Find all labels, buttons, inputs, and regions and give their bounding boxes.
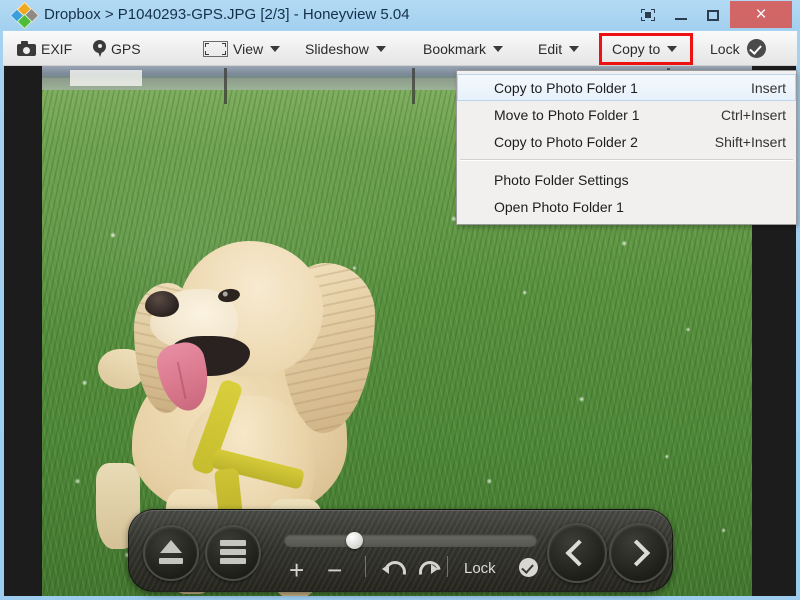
photo-fence-post (412, 68, 415, 104)
menu-item-copy-to-photo-folder-2[interactable]: Copy to Photo Folder 2 Shift+Insert (457, 128, 796, 155)
menu-item-label: Open Photo Folder 1 (494, 198, 624, 215)
eject-icon (160, 540, 182, 553)
rotate-right-button[interactable] (414, 556, 446, 588)
minimize-icon (675, 18, 687, 20)
divider (365, 556, 366, 577)
menu-item-move-to-photo-folder-1[interactable]: Move to Photo Folder 1 Ctrl+Insert (457, 101, 796, 128)
lock-toggle-label[interactable]: Lock (464, 560, 496, 577)
toolbar-item-slideshow[interactable]: Slideshow (305, 35, 386, 62)
toolbar-item-lock[interactable]: Lock (710, 35, 766, 62)
chevron-down-icon (375, 45, 386, 52)
photo-fence-post (224, 68, 227, 104)
menu-icon-gutter (457, 101, 487, 128)
rotate-cw-icon (414, 556, 446, 588)
chevron-left-icon (565, 539, 593, 567)
zoom-out-button[interactable]: − (327, 557, 342, 583)
chevron-down-icon (667, 45, 678, 52)
toolbar-item-exif-label: EXIF (41, 40, 73, 57)
toolbar-item-edit-label: Edit (538, 40, 563, 57)
menu-item-label: Copy to Photo Folder 1 (494, 79, 638, 96)
map-pin-icon (93, 40, 106, 57)
toolbar-item-bookmark-label: Bookmark (423, 40, 487, 57)
eject-icon-bar (159, 558, 183, 564)
honeyview-window: Dropbox > P1040293-GPS.JPG [2/3] - Honey… (0, 0, 800, 600)
hamburger-icon (220, 549, 246, 555)
chevron-right-icon (623, 539, 651, 567)
toolbar-item-view[interactable]: View (203, 35, 281, 62)
menu-icon-gutter (458, 75, 488, 100)
eject-button[interactable] (143, 525, 199, 581)
toolbar-item-edit[interactable]: Edit (538, 35, 580, 62)
main-toolbar: EXIF GPS View Slideshow Bookmark Edit Co… (3, 31, 797, 66)
toolbar-item-view-label: View (233, 40, 264, 57)
previous-image-button[interactable] (547, 523, 607, 583)
seek-slider-thumb[interactable] (346, 532, 363, 549)
rotate-left-button[interactable] (379, 556, 411, 588)
menu-icon-gutter (457, 166, 487, 193)
maximize-icon (707, 10, 719, 21)
check-badge-icon (746, 39, 766, 58)
zoom-in-button[interactable]: + (289, 557, 304, 583)
menu-item-photo-folder-settings[interactable]: Photo Folder Settings (457, 166, 796, 193)
menu-separator (460, 159, 793, 161)
minimize-button[interactable] (668, 2, 694, 28)
menu-button[interactable] (205, 525, 261, 581)
divider (447, 556, 448, 577)
toolbar-item-copy-to-label: Copy to (612, 40, 661, 57)
bottom-control-bar: + − Lock (128, 509, 673, 592)
rotate-cw-arrowhead (431, 564, 438, 574)
menu-item-shortcut: Insert (750, 79, 786, 96)
chevron-down-icon (493, 45, 504, 52)
close-button[interactable]: × (730, 1, 792, 28)
menu-item-shortcut: Shift+Insert (714, 133, 786, 150)
seek-slider[interactable] (284, 532, 537, 549)
photo-building (70, 70, 142, 86)
toolbar-item-bookmark[interactable]: Bookmark (423, 35, 504, 62)
menu-item-label: Copy to Photo Folder 2 (494, 133, 638, 150)
menu-item-label: Photo Folder Settings (494, 171, 629, 188)
menu-item-shortcut: Ctrl+Insert (721, 106, 786, 123)
menu-item-label: Move to Photo Folder 1 (494, 106, 640, 123)
lock-check-badge-icon[interactable] (519, 558, 538, 577)
window-title: Dropbox > P1040293-GPS.JPG [2/3] - Honey… (44, 6, 410, 23)
toolbar-item-gps[interactable]: GPS (93, 35, 141, 62)
dropbox-diamond-icon (9, 1, 40, 30)
fullscreen-icon (641, 9, 655, 21)
fullscreen-button[interactable] (636, 2, 662, 28)
camera-icon (17, 41, 36, 56)
menu-icon-gutter (457, 128, 487, 155)
fit-frame-icon (203, 40, 228, 57)
title-bar: Dropbox > P1040293-GPS.JPG [2/3] - Honey… (0, 0, 800, 30)
toolbar-item-slideshow-label: Slideshow (305, 40, 369, 57)
toolbar-item-lock-label: Lock (710, 40, 740, 57)
rotate-ccw-arrowhead (382, 564, 389, 574)
toolbar-item-exif[interactable]: EXIF (17, 35, 72, 62)
toolbar-item-copy-to[interactable]: Copy to (612, 35, 678, 62)
close-icon: × (755, 4, 767, 25)
hamburger-icon (220, 540, 246, 546)
maximize-button[interactable] (700, 2, 726, 28)
copy-to-dropdown-menu: Copy to Photo Folder 1 Insert Move to Ph… (456, 70, 797, 225)
toolbar-item-gps-label: GPS (111, 40, 141, 57)
menu-item-open-photo-folder-1[interactable]: Open Photo Folder 1 (457, 193, 796, 220)
next-image-button[interactable] (609, 523, 669, 583)
chevron-down-icon (270, 45, 281, 52)
chevron-down-icon (569, 45, 580, 52)
dog-nose (145, 291, 179, 317)
menu-item-copy-to-photo-folder-1[interactable]: Copy to Photo Folder 1 Insert (457, 74, 796, 101)
menu-icon-gutter (457, 193, 487, 220)
hamburger-icon (220, 558, 246, 564)
